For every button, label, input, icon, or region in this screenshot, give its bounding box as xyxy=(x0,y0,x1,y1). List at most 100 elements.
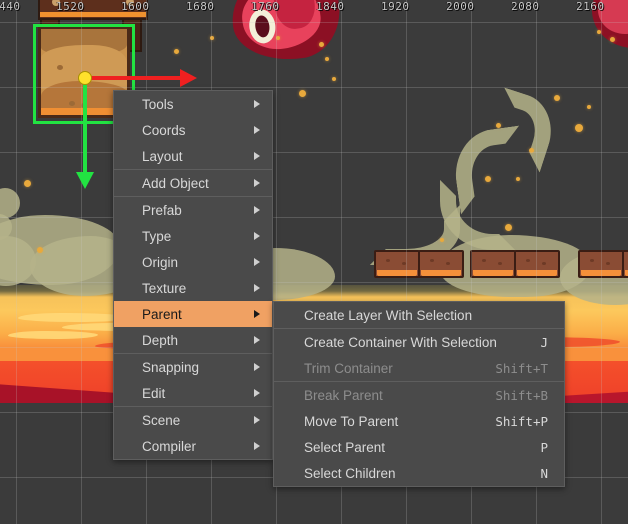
editor-window: 1440152016001680176018401920200020802160… xyxy=(0,0,628,524)
submenu-item-label: Break Parent xyxy=(304,387,383,403)
menu-item-add-object[interactable]: Add Object xyxy=(114,170,272,196)
submenu-item-label: Create Layer With Selection xyxy=(304,307,473,323)
menu-item-layout[interactable]: Layout xyxy=(114,143,272,169)
particle xyxy=(276,36,280,40)
submenu-item-label: Trim Container xyxy=(304,360,393,376)
menu-item-tools[interactable]: Tools xyxy=(114,91,272,117)
menu-item-depth[interactable]: Depth xyxy=(114,327,272,353)
particle xyxy=(529,148,534,153)
particle xyxy=(505,224,512,231)
menu-item-scene[interactable]: Scene xyxy=(114,407,272,433)
brick-platform[interactable] xyxy=(578,250,628,278)
submenu-chevron-right-icon xyxy=(248,258,260,266)
brick-platform[interactable] xyxy=(374,250,474,278)
menu-item-parent[interactable]: Parent xyxy=(114,301,272,327)
submenu-chevron-right-icon xyxy=(248,206,260,214)
submenu-item-shortcut: J xyxy=(540,334,548,350)
submenu-chevron-right-icon xyxy=(248,284,260,292)
menu-item-label: Prefab xyxy=(142,202,182,218)
particle xyxy=(485,176,491,182)
submenu-item-break-parent[interactable]: Break Parent Shift+B xyxy=(274,382,564,408)
submenu-item-shortcut: N xyxy=(540,465,548,481)
particle xyxy=(496,123,501,128)
submenu-chevron-right-icon xyxy=(248,442,260,450)
menu-item-origin[interactable]: Origin xyxy=(114,249,272,275)
particle xyxy=(24,180,31,187)
particle xyxy=(587,105,591,109)
particle xyxy=(319,42,324,47)
submenu-chevron-right-icon xyxy=(248,179,260,187)
submenu-item-move-to-parent[interactable]: Move To Parent Shift+P xyxy=(274,408,564,434)
submenu-item-select-children[interactable]: Select Children N xyxy=(274,460,564,486)
particle xyxy=(37,247,43,253)
cloud-shape xyxy=(8,331,98,339)
submenu-chevron-right-icon xyxy=(248,336,260,344)
menu-item-texture[interactable]: Texture xyxy=(114,275,272,301)
menu-item-snapping[interactable]: Snapping xyxy=(114,354,272,380)
particle xyxy=(610,37,615,42)
brick-platform[interactable] xyxy=(470,250,570,278)
submenu-chevron-right-icon xyxy=(248,232,260,240)
menu-item-compiler[interactable]: Compiler xyxy=(114,433,272,459)
particle xyxy=(174,49,179,54)
submenu-chevron-right-icon xyxy=(248,152,260,160)
submenu-item-shortcut: Shift+B xyxy=(495,387,548,403)
particle xyxy=(597,30,601,34)
particle xyxy=(299,90,306,97)
x-axis-handle[interactable] xyxy=(88,76,183,80)
submenu-chevron-right-icon xyxy=(248,363,260,371)
submenu-chevron-right-icon xyxy=(248,126,260,134)
parent-submenu[interactable]: Create Layer With Selection Create Contai… xyxy=(273,301,565,487)
menu-item-label: Compiler xyxy=(142,438,197,454)
menu-item-label: Add Object xyxy=(142,175,209,191)
particle xyxy=(332,77,336,81)
submenu-item-shortcut: Shift+T xyxy=(495,360,548,376)
submenu-item-label: Select Parent xyxy=(304,439,386,455)
particle xyxy=(516,177,520,181)
submenu-chevron-right-icon xyxy=(248,310,260,318)
submenu-item-trim-container[interactable]: Trim Container Shift+T xyxy=(274,355,564,381)
y-axis-arrow-icon[interactable] xyxy=(76,172,94,189)
menu-item-edit[interactable]: Edit xyxy=(114,380,272,406)
submenu-item-label: Select Children xyxy=(304,465,396,481)
submenu-item-create-layer-with-selection[interactable]: Create Layer With Selection xyxy=(274,302,564,328)
menu-item-type[interactable]: Type xyxy=(114,223,272,249)
pivot-handle[interactable] xyxy=(78,71,92,85)
menu-item-label: Texture xyxy=(142,280,187,296)
y-axis-handle[interactable] xyxy=(83,80,87,174)
particle xyxy=(440,238,444,242)
menu-item-label: Scene xyxy=(142,412,181,428)
particle xyxy=(210,36,214,40)
menu-item-label: Parent xyxy=(142,306,182,322)
menu-item-prefab[interactable]: Prefab xyxy=(114,197,272,223)
submenu-item-shortcut: P xyxy=(540,439,548,455)
particle xyxy=(575,124,583,132)
submenu-item-create-container-with-selection[interactable]: Create Container With Selection J xyxy=(274,329,564,355)
submenu-chevron-right-icon xyxy=(248,389,260,397)
submenu-chevron-right-icon xyxy=(248,416,260,424)
menu-item-coords[interactable]: Coords xyxy=(114,117,272,143)
menu-item-label: Origin xyxy=(142,254,179,270)
submenu-item-label: Move To Parent xyxy=(304,413,399,429)
menu-item-label: Layout xyxy=(142,148,183,164)
submenu-chevron-right-icon xyxy=(248,100,260,108)
submenu-item-label: Create Container With Selection xyxy=(304,334,497,350)
particle xyxy=(325,57,329,61)
menu-item-label: Tools xyxy=(142,96,174,112)
beam-peg xyxy=(126,0,134,6)
menu-item-label: Coords xyxy=(142,122,186,138)
x-axis-arrow-icon[interactable] xyxy=(180,69,197,87)
menu-item-label: Snapping xyxy=(142,359,200,375)
beam-peg xyxy=(52,0,60,6)
smoke-shape xyxy=(0,188,20,218)
menu-item-label: Depth xyxy=(142,332,179,348)
menu-item-label: Edit xyxy=(142,385,166,401)
cloud-shape xyxy=(18,313,128,322)
particle xyxy=(554,95,560,101)
submenu-item-select-parent[interactable]: Select Parent P xyxy=(274,434,564,460)
main-context-menu[interactable]: Tools Coords Layout Add Object Prefab Type Ori… xyxy=(113,90,273,460)
submenu-item-shortcut: Shift+P xyxy=(495,413,548,429)
menu-item-label: Type xyxy=(142,228,172,244)
blob-inner xyxy=(598,0,628,34)
wood-beam[interactable] xyxy=(38,0,148,20)
